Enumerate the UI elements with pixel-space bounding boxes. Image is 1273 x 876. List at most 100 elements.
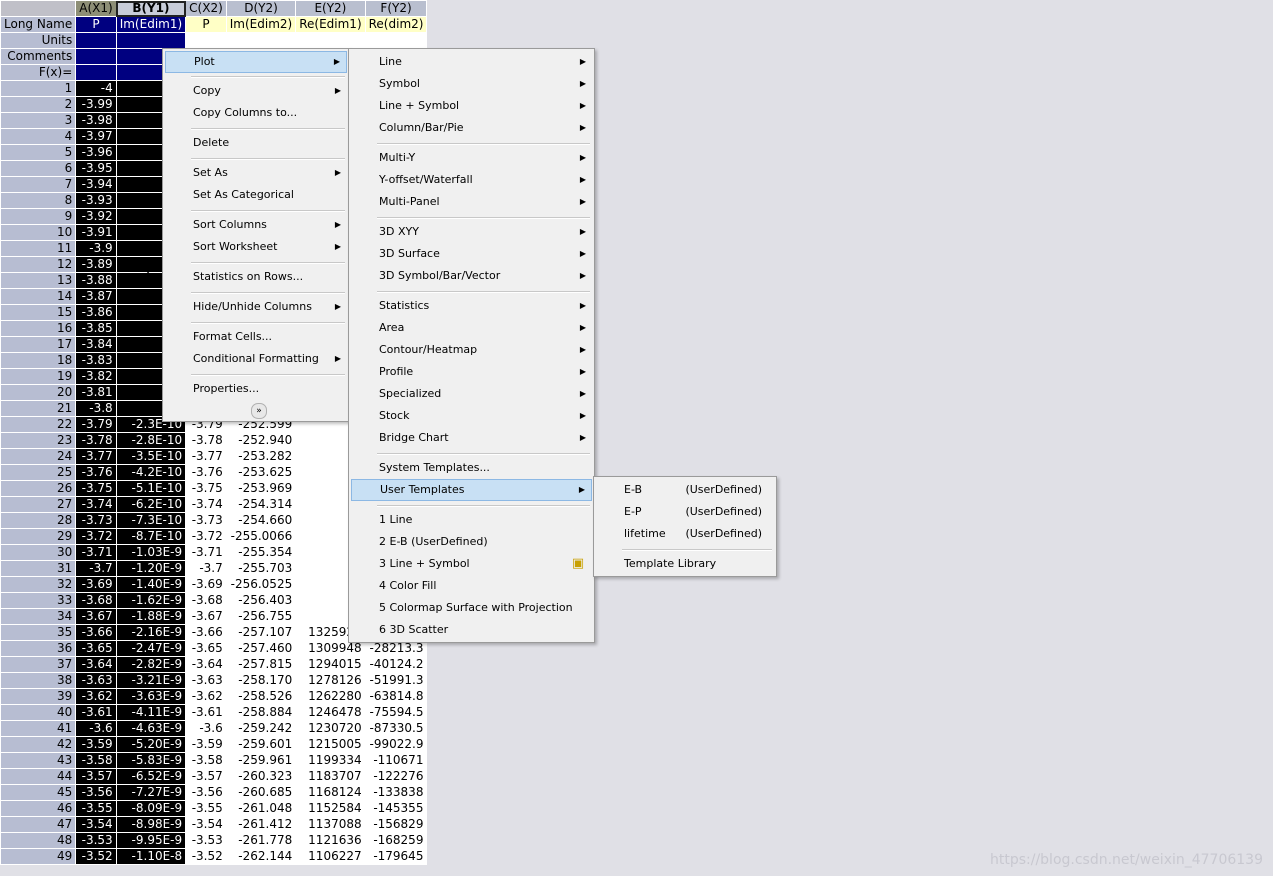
data-cell[interactable]: -3.9 [75,240,117,257]
data-cell[interactable]: -259.961 [225,752,297,769]
plot-item-statistics[interactable]: Statistics ▶ [351,295,592,317]
data-cell[interactable]: -2.16E-9 [115,624,187,641]
column-header[interactable]: F(Y2) [364,0,428,17]
data-cell[interactable]: -259.242 [225,720,297,737]
data-cell[interactable]: -3.93 [75,192,117,209]
data-cell[interactable]: -3.53 [75,832,117,849]
row-number[interactable]: 47 [0,816,77,833]
data-cell[interactable]: -3.56 [75,784,117,801]
data-cell[interactable]: -122276 [364,768,428,785]
row-number[interactable]: 1 [0,80,77,97]
units-cell[interactable] [75,32,117,49]
column-header[interactable]: C(X2) [185,0,227,17]
data-cell[interactable]: 1246478 [295,704,366,721]
data-cell[interactable]: -110671 [364,752,428,769]
data-cell[interactable]: -3.58 [185,752,227,769]
row-number[interactable]: 35 [0,624,77,641]
row-number[interactable]: 9 [0,208,77,225]
data-cell[interactable]: -4 [75,80,117,97]
data-cell[interactable]: -3.77 [75,448,117,465]
data-cell[interactable]: -51991.3 [364,672,428,689]
menu-item-set-as[interactable]: Set As ▶ [165,162,347,184]
data-cell[interactable]: -3.73 [185,512,227,529]
data-cell[interactable]: -3.65 [75,640,117,657]
data-cell[interactable]: -258.170 [225,672,297,689]
data-cell[interactable]: -40124.2 [364,656,428,673]
data-cell[interactable]: -3.84 [75,336,117,353]
data-cell[interactable]: -256.0525 [225,576,297,593]
row-number[interactable]: 15 [0,304,77,321]
data-cell[interactable]: -3.78 [185,432,227,449]
recent-item[interactable]: 6 3D Scatter [351,619,592,641]
menu-item-plot[interactable]: Plot ▶ [165,51,347,73]
units-cell[interactable] [295,32,366,49]
row-number[interactable]: 32 [0,576,77,593]
data-cell[interactable]: -3.69 [185,576,227,593]
data-cell[interactable]: -253.969 [225,480,297,497]
data-cell[interactable]: -156829 [364,816,428,833]
data-cell[interactable]: -3.96 [75,144,117,161]
row-number[interactable]: 3 [0,112,77,129]
data-cell[interactable]: -3.52 [75,848,117,865]
data-cell[interactable]: -3.63 [185,672,227,689]
data-cell[interactable]: -7.3E-10 [115,512,187,529]
data-cell[interactable]: -257.107 [225,624,297,641]
row-label-units[interactable]: Units [0,32,77,49]
template-library-item[interactable]: ▣ Template Library [572,553,774,575]
data-cell[interactable]: -257.460 [225,640,297,657]
plot-item-symbol[interactable]: Symbol ▶ [351,73,592,95]
data-cell[interactable]: -3.5E-10 [115,448,187,465]
data-cell[interactable]: -261.412 [225,816,297,833]
row-label-comments[interactable]: Comments [0,48,77,65]
data-cell[interactable]: -3.54 [185,816,227,833]
row-number[interactable]: 22 [0,416,77,433]
data-cell[interactable]: -4.2E-10 [115,464,187,481]
row-number[interactable]: 23 [0,432,77,449]
row-number[interactable]: 5 [0,144,77,161]
data-cell[interactable]: -260.685 [225,784,297,801]
long-name-cell[interactable]: Im(Edim1) [115,16,187,33]
data-cell[interactable]: -6.2E-10 [115,496,187,513]
plot-item-line[interactable]: Line ▶ [351,51,592,73]
data-cell[interactable]: -5.20E-9 [115,736,187,753]
menu-item-delete[interactable]: Delete [165,132,347,154]
data-cell[interactable]: -3.8 [75,400,117,417]
row-number[interactable]: 44 [0,768,77,785]
row-number[interactable]: 37 [0,656,77,673]
data-cell[interactable]: -1.40E-9 [115,576,187,593]
data-cell[interactable]: -4.63E-9 [115,720,187,737]
data-cell[interactable]: -262.144 [225,848,297,865]
data-cell[interactable]: -8.98E-9 [115,816,187,833]
data-cell[interactable]: -3.56 [185,784,227,801]
data-cell[interactable]: -3.67 [185,608,227,625]
data-cell[interactable]: -3.67 [75,608,117,625]
data-cell[interactable]: -258.884 [225,704,297,721]
long-name-cell[interactable]: P [75,16,117,33]
plot-item-contour-heatmap[interactable]: Contour/Heatmap ▶ [351,339,592,361]
data-cell[interactable]: -253.282 [225,448,297,465]
row-number[interactable]: 14 [0,288,77,305]
data-cell[interactable]: -168259 [364,832,428,849]
row-number[interactable]: 33 [0,592,77,609]
data-cell[interactable]: 1168124 [295,784,366,801]
data-cell[interactable]: -3.92 [75,208,117,225]
data-cell[interactable]: -2.8E-10 [115,432,187,449]
data-cell[interactable]: -7.27E-9 [115,784,187,801]
data-cell[interactable]: -9.95E-9 [115,832,187,849]
row-number[interactable]: 42 [0,736,77,753]
data-cell[interactable]: -87330.5 [364,720,428,737]
data-cell[interactable]: 1278126 [295,672,366,689]
data-cell[interactable]: -3.21E-9 [115,672,187,689]
data-cell[interactable]: -256.403 [225,592,297,609]
long-name-cell[interactable]: Re(dim2) [364,16,428,33]
data-cell[interactable]: -3.82 [75,368,117,385]
units-cell[interactable] [364,32,428,49]
menu-item-set-as-categorical[interactable]: Set As Categorical [165,184,347,206]
row-number[interactable]: 18 [0,352,77,369]
data-cell[interactable]: -3.89 [75,256,117,273]
data-cell[interactable]: -3.7 [75,560,117,577]
row-number[interactable]: 45 [0,784,77,801]
data-cell[interactable]: -257.815 [225,656,297,673]
data-cell[interactable]: 1152584 [295,800,366,817]
data-cell[interactable]: 1230720 [295,720,366,737]
